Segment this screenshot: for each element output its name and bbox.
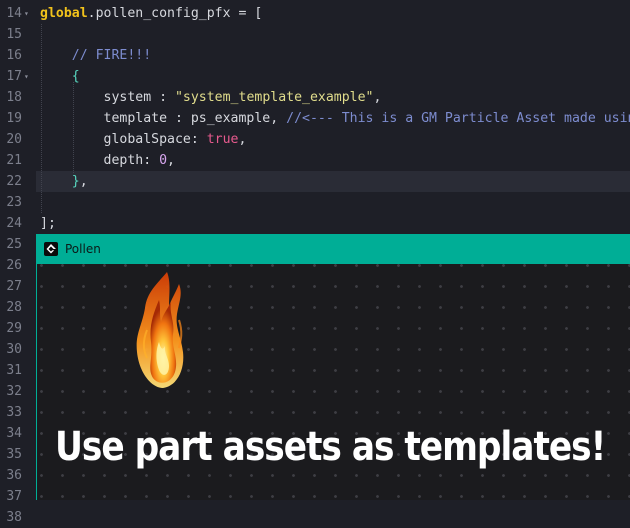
line-number: 38 [6, 510, 22, 525]
caption-text: Use part assets as templates! [55, 424, 606, 470]
line-number: 16 [6, 48, 22, 63]
code-line[interactable]: template : ps_example, //<--- This is a … [40, 108, 630, 129]
code-token: //<--- This is a GM Particle Asset made … [286, 111, 630, 126]
line-number: 37 [6, 489, 22, 504]
code-token: , [79, 174, 88, 189]
line-number: 15 [6, 27, 22, 42]
line-number: 19 [6, 111, 22, 126]
code-token: ]; [40, 216, 56, 231]
line-number-gutter: 14 ▾ 15 16 17 ▾ 18 19 20 21 22 23 24 25 26 27 28 29 30 31 32… [0, 0, 36, 525]
code-token: "system_template_example" [174, 90, 374, 105]
code-line[interactable]: ]; [40, 213, 630, 234]
line-number: 32 [6, 384, 22, 399]
line-number: 22 [6, 174, 22, 189]
line-number: 34 [6, 426, 22, 441]
line-number: 25 [6, 237, 22, 252]
line-number: 33 [6, 405, 22, 420]
code-token: , [167, 153, 175, 168]
code-token: depth: [40, 153, 160, 168]
code-line[interactable] [40, 192, 630, 213]
gamemaker-logo-icon [44, 242, 58, 256]
code-token: global [40, 6, 88, 21]
code-line[interactable]: }, [36, 171, 630, 192]
line-number: 14 [6, 6, 22, 21]
window-title: Pollen [65, 242, 101, 256]
fold-toggle-icon[interactable]: ▾ [24, 66, 34, 87]
code-line[interactable] [40, 507, 630, 528]
pollen-window[interactable]: Pollen Use part assets as templates! [37, 234, 630, 500]
line-number: 35 [6, 447, 22, 462]
code-line[interactable]: system : "system_template_example", [40, 87, 630, 108]
preview-canvas[interactable]: Use part assets as templates! [37, 264, 630, 500]
code-token: , [373, 90, 382, 105]
fire-particle-effect [136, 272, 184, 388]
code-token: .pollen_config_pfx = [ [87, 6, 263, 21]
line-number: 29 [6, 321, 22, 336]
code-token: } [71, 174, 80, 189]
code-line[interactable]: { [40, 66, 630, 87]
code-token: true [206, 132, 239, 147]
line-number: 17 [6, 69, 22, 84]
line-number: 28 [6, 300, 22, 315]
code-token: 0 [159, 153, 168, 168]
line-number: 20 [6, 132, 22, 147]
code-line[interactable]: global.pollen_config_pfx = [ [40, 3, 630, 24]
window-titlebar[interactable]: Pollen [37, 234, 630, 264]
line-number: 30 [6, 342, 22, 357]
line-number: 18 [6, 90, 22, 105]
code-token: system : [40, 90, 175, 105]
code-line[interactable]: depth: 0, [40, 150, 630, 171]
line-number: 27 [6, 279, 22, 294]
code-token: template : ps_example, [40, 111, 287, 126]
code-line[interactable]: globalSpace: true, [40, 129, 630, 150]
line-number: 36 [6, 468, 22, 483]
indent-guide [73, 82, 74, 173]
code-token: globalSpace: [40, 132, 207, 147]
line-number: 26 [6, 258, 22, 273]
code-line[interactable]: // FIRE!!! [40, 45, 630, 66]
fold-toggle-icon[interactable]: ▾ [24, 3, 34, 24]
indent-guide [41, 24, 42, 213]
line-number: 21 [6, 153, 22, 168]
line-number: 24 [6, 216, 22, 231]
code-token: , [238, 132, 247, 147]
code-line[interactable] [40, 24, 630, 45]
code-token: // FIRE!!! [71, 48, 152, 63]
line-number: 31 [6, 363, 22, 378]
line-number: 23 [6, 195, 22, 210]
